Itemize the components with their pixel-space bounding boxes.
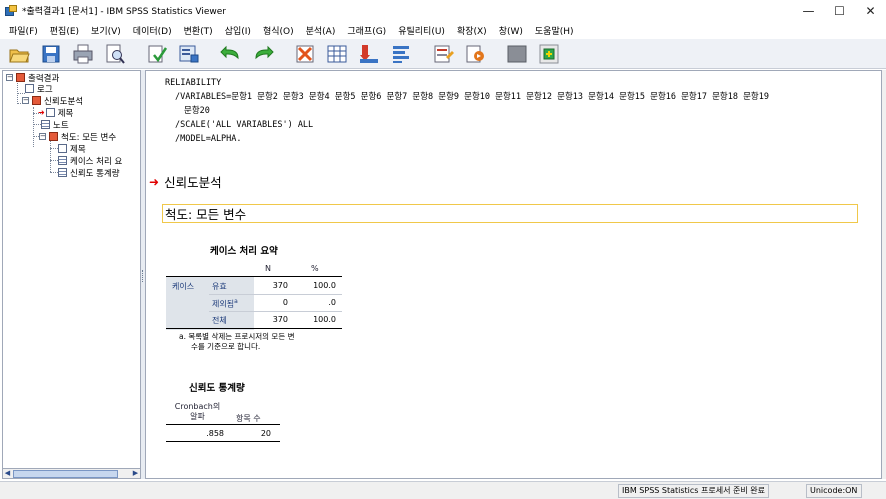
book-icon (49, 132, 58, 141)
print-preview-icon[interactable] (104, 43, 126, 65)
menu-data[interactable]: 데이터(D) (127, 24, 178, 37)
splitter-grip (142, 270, 144, 282)
table-icon (58, 156, 67, 165)
menu-graphs[interactable]: 그래프(G) (341, 24, 392, 37)
maximize-button[interactable]: ☐ (824, 0, 855, 21)
col-header-n: N (265, 264, 271, 273)
row-group-label: 케이스 (172, 282, 195, 291)
tree-item-reliability[interactable]: − 신뢰도분석 (22, 95, 83, 107)
export-icon[interactable] (146, 43, 168, 65)
unicode-status: Unicode:ON (806, 484, 862, 498)
current-item-arrow-icon: ➜ (149, 174, 160, 189)
cell-valid-pct: 100.0 (313, 281, 336, 290)
current-item-arrow-icon: ➜ (38, 108, 45, 117)
open-icon[interactable] (8, 43, 30, 65)
reliability-stats-table[interactable]: Cronbach의 알파 항목 수 .858 20 (166, 399, 280, 443)
variables-icon[interactable] (390, 43, 412, 65)
scroll-right-icon[interactable]: ▶ (131, 469, 140, 478)
tree-item-notes[interactable]: 노트 (41, 119, 69, 131)
cell-excluded-pct: .0 (328, 298, 336, 307)
tree-item-title[interactable]: ➜ 제목 (38, 107, 73, 119)
title-icon (58, 144, 67, 153)
title-icon (45, 108, 55, 117)
case-summary-footnote: a. 목록별 삭제는 프로시저의 모든 변 수를 기준으로 합니다. (179, 332, 295, 351)
print-icon[interactable] (72, 43, 94, 65)
menu-window[interactable]: 창(W) (493, 24, 529, 37)
outline-horizontal-scrollbar[interactable]: ◀ ▶ (2, 468, 141, 479)
cell-excluded-n: 0 (282, 298, 288, 307)
row-label-valid: 유효 (212, 282, 227, 291)
cell-alpha-value: .858 (206, 429, 224, 438)
outline-pane[interactable]: − 출력결과 로그 − 신뢰도분석 ➜ 제목 노트 − 척도: 모든 변수 제목… (2, 70, 141, 479)
notes-icon (41, 120, 50, 129)
menu-file[interactable]: 파일(F) (3, 24, 44, 37)
menu-bar: 파일(F) 편집(E) 보기(V) 데이터(D) 변환(T) 삽입(I) 형식(… (0, 21, 886, 39)
menu-format[interactable]: 형식(O) (257, 24, 300, 37)
collapse-icon[interactable]: − (22, 97, 29, 104)
goto-data-icon[interactable] (294, 43, 316, 65)
insert-heading-icon[interactable] (432, 43, 454, 65)
analysis-heading[interactable]: ➜ 신뢰도분석 (149, 172, 222, 191)
content-vertical-scrollbar[interactable] (882, 70, 886, 479)
tree-item-reliability-stats[interactable]: 신뢰도 통계량 (58, 167, 120, 179)
status-bar: IBM SPSS Statistics 프로세서 준비 완료 Unicode:O… (0, 481, 886, 499)
title-bar: *출력결과1 [문서1] - IBM SPSS Statistics Viewe… (0, 0, 886, 21)
goto-variable-icon[interactable] (358, 43, 380, 65)
cell-total-n: 370 (272, 315, 288, 324)
processor-status: IBM SPSS Statistics 프로세서 준비 완료 (618, 484, 769, 498)
output-book-icon (16, 73, 25, 82)
show-hide-icon[interactable] (506, 43, 528, 65)
cell-total-pct: 100.0 (313, 315, 336, 324)
scale-heading-box[interactable]: 척도: 모든 변수 (162, 204, 858, 223)
collapse-icon[interactable]: − (39, 133, 46, 140)
insert-title-icon[interactable] (464, 43, 486, 65)
cell-valid-n: 370 (272, 281, 288, 290)
case-summary-table[interactable]: N % 케이스 유효 370 100.0 제외됨a 0 .0 전체 370 10… (166, 261, 342, 330)
book-icon (32, 96, 41, 105)
tree-item-output-root[interactable]: − 출력결과 (6, 72, 59, 84)
collapse-icon[interactable]: − (6, 74, 13, 81)
tree-item-scale-title[interactable]: 제목 (58, 143, 86, 155)
redo-icon[interactable] (252, 43, 274, 65)
scroll-thumb[interactable] (13, 470, 118, 478)
reliability-stats-title: 신뢰도 통계량 (189, 383, 245, 394)
col-header-cronbach-alpha: Cronbach의 알파 (174, 402, 221, 421)
tree-item-case-summary[interactable]: 케이스 처리 요 (58, 155, 122, 167)
close-button[interactable]: ✕ (855, 0, 886, 21)
row-label-excluded: 제외됨a (212, 298, 238, 309)
syntax-log: RELIABILITY /VARIABLES=문항1 문항2 문항3 문항4 문… (165, 78, 769, 144)
output-content-pane[interactable]: RELIABILITY /VARIABLES=문항1 문항2 문항3 문항4 문… (145, 70, 882, 479)
log-icon (25, 84, 34, 93)
minimize-button[interactable]: — (793, 0, 824, 21)
menu-analyze[interactable]: 분석(A) (300, 24, 342, 37)
case-summary-title: 케이스 처리 요약 (210, 246, 278, 257)
col-header-pct: % (311, 264, 319, 273)
designate-window-icon[interactable] (538, 43, 560, 65)
menu-edit[interactable]: 편집(E) (44, 24, 85, 37)
table-icon (58, 168, 67, 177)
menu-extensions[interactable]: 확장(X) (451, 24, 493, 37)
undo-icon[interactable] (220, 43, 242, 65)
window-title: *출력결과1 [문서1] - IBM SPSS Statistics Viewe… (22, 7, 226, 17)
recall-dialog-icon[interactable] (178, 43, 200, 65)
scroll-left-icon[interactable]: ◀ (3, 469, 12, 478)
menu-insert[interactable]: 삽입(I) (219, 24, 257, 37)
tree-item-log[interactable]: 로그 (25, 83, 53, 95)
menu-transform[interactable]: 변환(T) (178, 24, 219, 37)
spss-app-icon (5, 4, 17, 17)
save-icon[interactable] (40, 43, 62, 65)
toolbar (0, 39, 886, 69)
col-header-items: 항목 수 (236, 414, 261, 423)
cell-items-value: 20 (260, 429, 271, 438)
goto-case-icon[interactable] (326, 43, 348, 65)
row-label-total: 전체 (212, 316, 227, 325)
tree-item-scale[interactable]: − 척도: 모든 변수 (39, 131, 116, 143)
menu-help[interactable]: 도움말(H) (529, 24, 580, 37)
menu-utilities[interactable]: 유틸리티(U) (392, 24, 451, 37)
menu-view[interactable]: 보기(V) (85, 24, 127, 37)
